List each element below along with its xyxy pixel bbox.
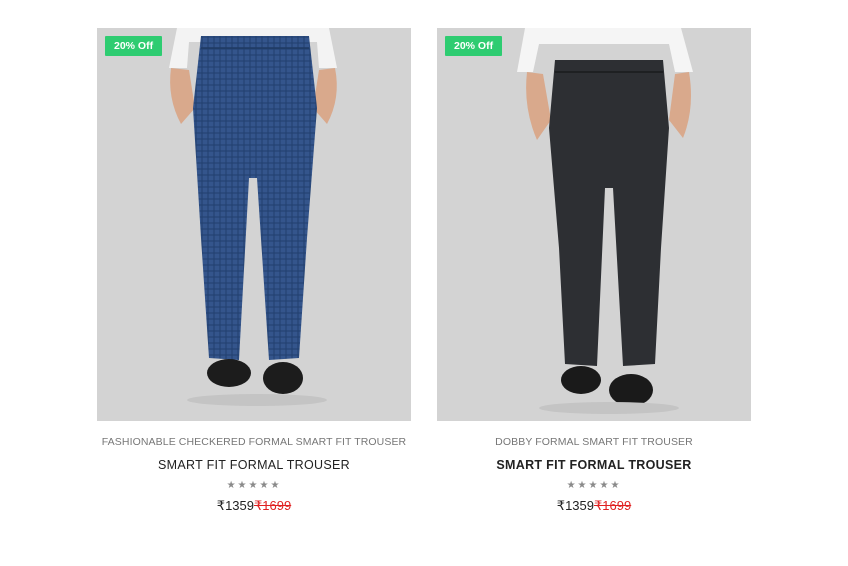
rating-stars: ★★★★★ (226, 480, 282, 491)
product-card[interactable]: 20% Off FASHIONABLE CHECKERED FORMAL SMA… (97, 28, 411, 514)
discount-badge: 20% Off (105, 36, 163, 56)
original-price: ₹1699 (594, 498, 632, 513)
product-image[interactable]: 20% Off (437, 28, 751, 421)
product-category[interactable]: DOBBY FORMAL SMART FIT TROUSER (437, 436, 751, 448)
trouser-image (169, 28, 337, 406)
current-price: ₹1359 (216, 498, 254, 513)
current-price: ₹1359 (556, 498, 594, 513)
product-name[interactable]: SMART FIT FORMAL TROUSER (437, 458, 751, 472)
product-category[interactable]: FASHIONABLE CHECKERED FORMAL SMART FIT T… (97, 436, 411, 448)
original-price: ₹1699 (254, 498, 292, 513)
trouser-image (517, 28, 693, 414)
product-image[interactable]: 20% Off (97, 28, 411, 421)
product-name[interactable]: SMART FIT FORMAL TROUSER (97, 458, 411, 472)
rating-stars: ★★★★★ (566, 480, 622, 491)
product-card[interactable]: 20% Off DOBBY FORMAL SMART FIT TROUSER S… (437, 28, 751, 514)
discount-badge: 20% Off (445, 36, 503, 56)
price: ₹1359₹1699 (97, 498, 411, 514)
price: ₹1359₹1699 (437, 498, 751, 514)
